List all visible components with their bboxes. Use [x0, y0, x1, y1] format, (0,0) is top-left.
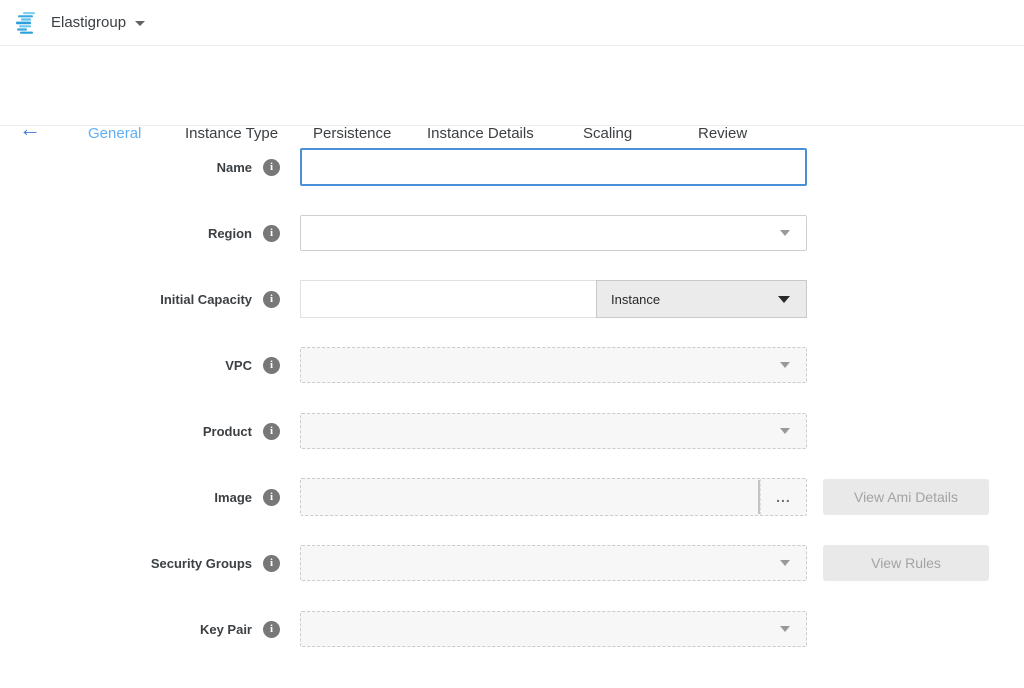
image-label: Image: [214, 490, 252, 505]
info-icon[interactable]: i: [263, 225, 280, 242]
tab-instance-type[interactable]: Instance Type: [185, 125, 278, 142]
vpc-label: VPC: [225, 358, 252, 373]
capacity-unit-select[interactable]: Instance: [596, 280, 807, 318]
field-row-initial-capacity: Initial Capacity i Instance: [0, 280, 1024, 318]
tab-instance-details[interactable]: Instance Details: [427, 125, 534, 142]
image-picker: ...: [300, 478, 807, 516]
field-row-product: Product i: [0, 412, 1024, 450]
field-row-region: Region i: [0, 214, 1024, 252]
image-value: [301, 479, 758, 515]
field-row-key-pair: Key Pair i: [0, 610, 1024, 648]
name-input[interactable]: [300, 148, 807, 186]
info-icon[interactable]: i: [263, 423, 280, 440]
view-rules-button[interactable]: View Rules: [823, 545, 989, 581]
tab-general[interactable]: General: [88, 125, 141, 142]
initial-capacity-label: Initial Capacity: [160, 292, 252, 307]
chevron-down-icon: [780, 626, 790, 632]
chevron-down-icon: [778, 296, 790, 303]
field-row-vpc: VPC i: [0, 346, 1024, 384]
chevron-down-icon: [780, 560, 790, 566]
initial-capacity-input[interactable]: [300, 280, 596, 318]
app-bar: Elastigroup: [0, 0, 1024, 46]
security-groups-label: Security Groups: [151, 556, 252, 571]
info-icon[interactable]: i: [263, 489, 280, 506]
chevron-down-icon: [780, 230, 790, 236]
info-icon[interactable]: i: [263, 555, 280, 572]
info-icon[interactable]: i: [263, 357, 280, 374]
security-groups-select: [300, 545, 807, 581]
view-ami-details-button[interactable]: View Ami Details: [823, 479, 989, 515]
chevron-down-icon: [780, 428, 790, 434]
field-row-name: Name i: [0, 148, 1024, 186]
vpc-select: [300, 347, 807, 383]
back-arrow-icon[interactable]: ←: [19, 118, 41, 140]
tab-scaling[interactable]: Scaling: [583, 125, 632, 142]
info-icon[interactable]: i: [263, 159, 280, 176]
wizard-tab-bar: ← General Instance Type Persistence Inst…: [0, 46, 1024, 126]
tab-persistence[interactable]: Persistence: [313, 125, 391, 142]
tab-review[interactable]: Review: [698, 125, 747, 142]
app-title: Elastigroup: [51, 14, 126, 31]
field-row-security-groups: Security Groups i View Rules: [0, 544, 1024, 582]
product-select: [300, 413, 807, 449]
chevron-down-icon: [780, 362, 790, 368]
info-icon[interactable]: i: [263, 621, 280, 638]
region-select[interactable]: [300, 215, 807, 251]
info-icon[interactable]: i: [263, 291, 280, 308]
field-row-image: Image i ... View Ami Details: [0, 478, 1024, 516]
key-pair-label: Key Pair: [200, 622, 252, 637]
image-browse-button[interactable]: ...: [760, 479, 806, 515]
key-pair-select: [300, 611, 807, 647]
chevron-down-icon[interactable]: [135, 21, 145, 26]
name-label: Name: [217, 160, 252, 175]
general-settings-form: Name i Region i Initial Capacity i Insta…: [0, 126, 1024, 648]
elastigroup-logo-icon: [14, 10, 40, 36]
region-label: Region: [208, 226, 252, 241]
product-label: Product: [203, 424, 252, 439]
capacity-unit-value: Instance: [611, 292, 778, 307]
